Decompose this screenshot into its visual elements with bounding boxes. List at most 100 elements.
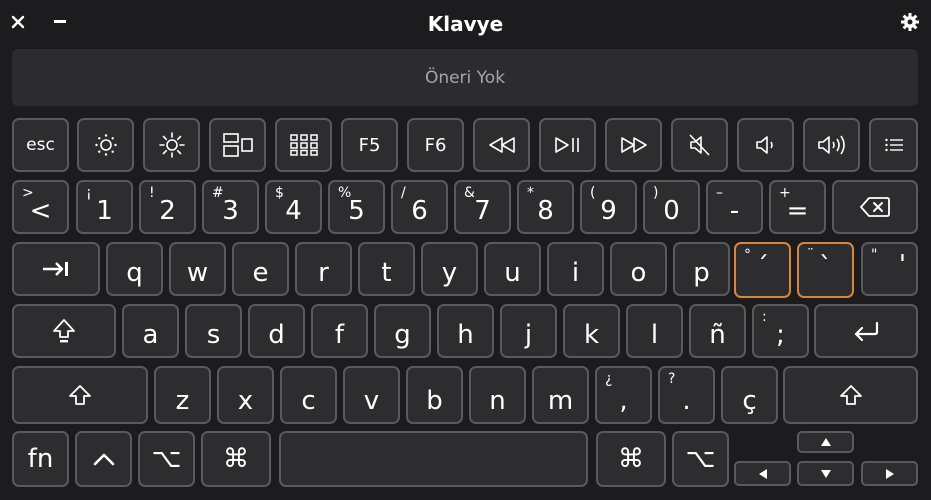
key-6[interactable]: / 6 [391, 180, 448, 234]
fn-key[interactable]: fn [12, 431, 69, 487]
key-e[interactable]: e [232, 242, 289, 296]
key-b[interactable]: b [406, 366, 463, 424]
dead-key-acute[interactable]: ° ´ [734, 242, 791, 298]
key-1[interactable]: ¡ 1 [76, 180, 133, 234]
delete-key[interactable] [832, 180, 918, 234]
key-r[interactable]: r [295, 242, 352, 296]
key-o[interactable]: o [610, 242, 667, 296]
key-primary: l [650, 320, 659, 350]
key-n-tilde[interactable]: ñ [689, 304, 746, 358]
key-primary: 3 [222, 196, 239, 226]
key-primary: q [126, 258, 143, 288]
key-f[interactable]: f [311, 304, 368, 358]
key-equals[interactable]: + = [769, 180, 826, 234]
key-y[interactable]: y [421, 242, 478, 296]
key-primary: a [142, 320, 159, 350]
key-v[interactable]: v [343, 366, 400, 424]
key-x[interactable]: x [217, 366, 274, 424]
arrow-right-key[interactable] [861, 461, 918, 486]
key-t[interactable]: t [358, 242, 415, 296]
control-key[interactable] [75, 431, 132, 487]
key-g[interactable]: g [374, 304, 431, 358]
arrow-down-key[interactable] [797, 461, 854, 486]
key-semicolon[interactable]: : ; [752, 304, 809, 358]
space-bar[interactable] [279, 431, 588, 487]
brightness-up-key[interactable] [143, 118, 200, 172]
key-comma[interactable]: ¿ , [595, 366, 652, 424]
key-s[interactable]: s [185, 304, 242, 358]
return-key[interactable] [814, 304, 918, 358]
key-primary: t [381, 258, 392, 288]
left-option-key[interactable]: ⌥ [138, 431, 195, 487]
key-d[interactable]: d [248, 304, 305, 358]
option-icon: ⌥ [685, 444, 716, 474]
key-j[interactable]: j [500, 304, 557, 358]
right-command-key[interactable]: ⌘ [596, 431, 666, 487]
key-a[interactable]: a [122, 304, 179, 358]
key-apostrophe[interactable]: " ' [861, 242, 918, 296]
rewind-key[interactable] [473, 118, 530, 172]
key-c[interactable]: c [280, 366, 337, 424]
key-8[interactable]: * 8 [517, 180, 574, 234]
key-0[interactable]: ) 0 [643, 180, 700, 234]
volume-down-key[interactable] [737, 118, 794, 172]
key-3[interactable]: # 3 [202, 180, 259, 234]
mute-key[interactable] [671, 118, 728, 172]
arrow-down-icon [820, 469, 831, 478]
key-2[interactable]: ! 2 [139, 180, 196, 234]
more-key[interactable] [869, 118, 918, 172]
key-i[interactable]: i [547, 242, 604, 296]
launchpad-key[interactable] [275, 118, 332, 172]
key-u[interactable]: u [484, 242, 541, 296]
key-k[interactable]: k [563, 304, 620, 358]
esc-key[interactable]: esc [12, 118, 69, 172]
arrow-up-key[interactable] [797, 431, 854, 453]
f6-key[interactable]: F6 [407, 118, 464, 172]
key-n[interactable]: n [469, 366, 526, 424]
key-primary: 4 [285, 196, 302, 226]
right-option-key[interactable]: ⌥ [672, 431, 729, 487]
left-shift-key[interactable] [12, 366, 148, 424]
mission-control-icon [222, 133, 253, 157]
key-primary: ; [776, 320, 785, 350]
key-w[interactable]: w [169, 242, 226, 296]
settings-button[interactable] [897, 8, 923, 36]
brightness-down-key[interactable] [77, 118, 134, 172]
key-m[interactable]: m [532, 366, 589, 424]
key-4[interactable]: $ 4 [265, 180, 322, 234]
volume-up-key[interactable] [803, 118, 860, 172]
key-c-cedilla[interactable]: ç [721, 366, 778, 424]
key-primary: ' [898, 250, 906, 280]
key-q[interactable]: q [106, 242, 163, 296]
key-less-than[interactable]: > < [12, 180, 69, 234]
play-pause-key[interactable] [539, 118, 596, 172]
key-primary: n [489, 386, 506, 416]
mission-control-key[interactable] [209, 118, 266, 172]
f5-key[interactable]: F5 [341, 118, 398, 172]
speaker-mute-icon [688, 134, 710, 156]
right-shift-key[interactable] [783, 366, 918, 424]
fast-forward-key[interactable] [605, 118, 662, 172]
key-primary: w [186, 258, 209, 288]
key-z[interactable]: z [154, 366, 211, 424]
key-7[interactable]: & 7 [454, 180, 511, 234]
key-period[interactable]: ? . [658, 366, 715, 424]
fn-label: fn [27, 444, 54, 474]
tab-arrow-icon [43, 262, 68, 276]
key-p[interactable]: p [673, 242, 730, 296]
key-9[interactable]: ( 9 [580, 180, 637, 234]
key-primary: c [301, 386, 316, 416]
caps-lock-key[interactable] [12, 304, 116, 358]
key-minus[interactable]: – - [706, 180, 763, 234]
left-command-key[interactable]: ⌘ [201, 431, 271, 487]
key-primary: = [786, 196, 809, 226]
key-h[interactable]: h [437, 304, 494, 358]
sun-small-icon [94, 134, 117, 156]
key-5[interactable]: % 5 [328, 180, 385, 234]
tab-key[interactable] [12, 242, 100, 296]
suggestion-bar[interactable]: Öneri Yok [12, 49, 918, 106]
key-primary: p [693, 258, 710, 288]
dead-key-grave[interactable]: ¨ ` [797, 242, 854, 298]
arrow-left-key[interactable] [734, 461, 791, 486]
key-l[interactable]: l [626, 304, 683, 358]
